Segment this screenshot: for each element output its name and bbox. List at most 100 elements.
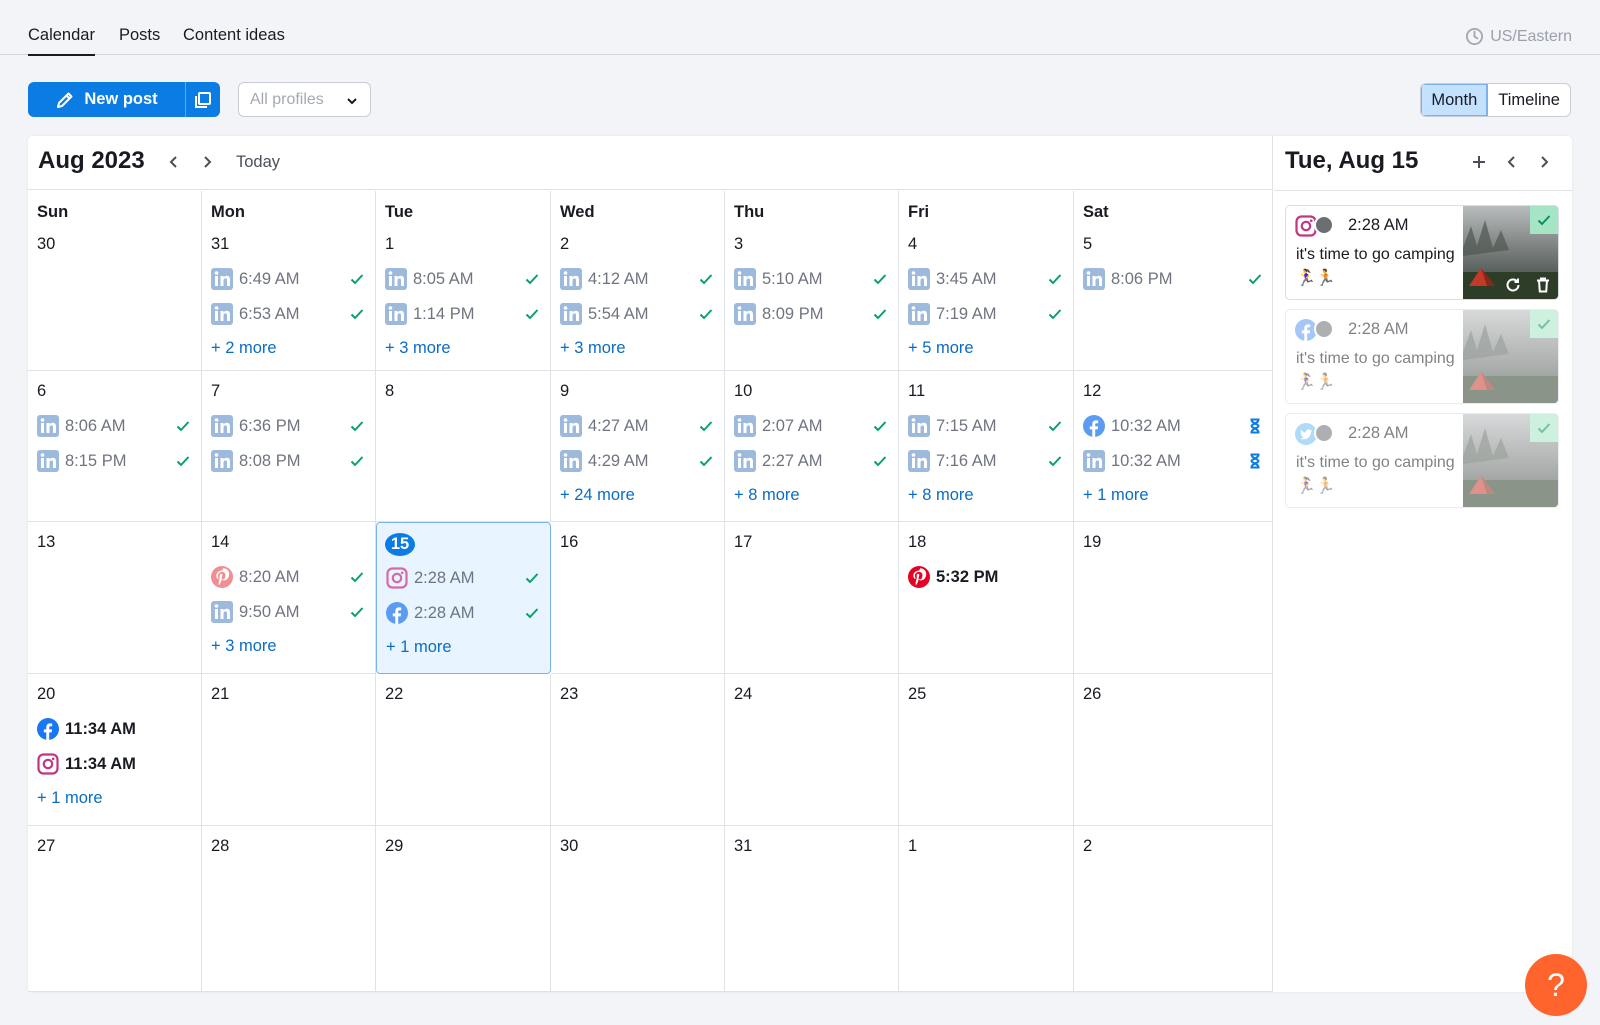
scheduled-post[interactable]: 8:15 PM	[37, 448, 191, 474]
published-check-icon	[1530, 206, 1558, 234]
calendar-day-cell[interactable]: 25	[899, 674, 1074, 826]
duplicate-post-button[interactable]	[185, 82, 220, 117]
scheduled-post[interactable]: 6:36 PM	[211, 413, 365, 439]
more-posts-link[interactable]: + 5 more	[908, 339, 974, 358]
scheduled-post[interactable]: 6:53 AM	[211, 301, 365, 327]
scheduled-post[interactable]: 8:06 PM	[1083, 266, 1263, 292]
calendar-day-cell[interactable]: 22	[376, 674, 551, 826]
calendar-day-cell[interactable]: 31	[725, 826, 899, 992]
scheduled-post[interactable]: 4:12 AM	[560, 266, 714, 292]
scheduled-post[interactable]: 8:05 AM	[385, 266, 540, 292]
calendar-day-cell[interactable]: 29	[376, 826, 551, 992]
scheduled-post[interactable]: 3:45 AM	[908, 266, 1063, 292]
scheduled-post[interactable]: 2:28 AM	[386, 565, 540, 591]
view-timeline-button[interactable]: Timeline	[1488, 84, 1570, 116]
calendar-day-cell[interactable]: Sun 30	[28, 191, 202, 371]
post-preview-card[interactable]: 2:28 AM it's time to go camping 🏃‍♀️🏃	[1285, 413, 1559, 508]
more-posts-link[interactable]: + 3 more	[385, 339, 451, 358]
calendar-day-cell[interactable]: 10 2:07 AM 2:27 AM + 8 more	[725, 371, 899, 522]
scheduled-post[interactable]: 6:49 AM	[211, 266, 365, 292]
view-month-button[interactable]: Month	[1421, 84, 1489, 116]
calendar-day-cell[interactable]: Fri 4 3:45 AM 7:19 AM + 5 more	[899, 191, 1074, 371]
more-posts-link[interactable]: + 1 more	[1083, 486, 1149, 505]
scheduled-post[interactable]: 10:32 AM	[1083, 413, 1263, 439]
profiles-dropdown[interactable]: All profiles	[238, 82, 371, 117]
scheduled-post[interactable]: 5:54 AM	[560, 301, 714, 327]
tab-calendar[interactable]: Calendar	[28, 26, 95, 56]
calendar-day-cell[interactable]: 12 10:32 AM 10:32 AM + 1 more	[1074, 371, 1273, 522]
scheduled-post[interactable]: 4:29 AM	[560, 448, 714, 474]
calendar-day-cell[interactable]: 16	[551, 522, 725, 674]
calendar-day-cell[interactable]: 21	[202, 674, 376, 826]
scheduled-post[interactable]: 5:32 PM	[908, 564, 1063, 590]
calendar-day-cell[interactable]: 1	[899, 826, 1074, 992]
scheduled-post[interactable]: 10:32 AM	[1083, 448, 1263, 474]
scheduled-post[interactable]: 8:20 AM	[211, 564, 365, 590]
more-posts-link[interactable]: + 8 more	[734, 486, 800, 505]
scheduled-post[interactable]: 5:10 AM	[734, 266, 888, 292]
calendar-day-cell[interactable]: 2	[1074, 826, 1273, 992]
calendar-day-cell[interactable]: 11 7:15 AM 7:16 AM + 8 more	[899, 371, 1074, 522]
help-button[interactable]: ?	[1525, 954, 1587, 1016]
scheduled-post[interactable]: 2:07 AM	[734, 413, 888, 439]
calendar-day-cell[interactable]: 9 4:27 AM 4:29 AM + 24 more	[551, 371, 725, 522]
published-check-icon	[350, 274, 364, 285]
calendar-day-cell[interactable]: Thu 3 5:10 AM 8:09 PM	[725, 191, 899, 371]
calendar-day-cell[interactable]: 23	[551, 674, 725, 826]
calendar-day-cell[interactable]: 14 8:20 AM 9:50 AM + 3 more	[202, 522, 376, 674]
post-preview-card[interactable]: 2:28 AM it's time to go camping 🏃‍♀️🏃	[1285, 309, 1559, 404]
calendar-day-cell[interactable]: 19	[1074, 522, 1273, 674]
calendar-day-cell[interactable]: 20 11:34 AM 11:34 AM + 1 more	[28, 674, 202, 826]
calendar-day-cell[interactable]: 24	[725, 674, 899, 826]
post-preview-card[interactable]: 2:28 AM it's time to go camping 🏃‍♀️🏃	[1285, 205, 1559, 300]
calendar-day-cell[interactable]: 18 5:32 PM	[899, 522, 1074, 674]
calendar-day-cell[interactable]: 15 2:28 AM 2:28 AM + 1 more	[376, 522, 551, 674]
scheduled-post[interactable]: 11:34 AM	[37, 751, 191, 777]
calendar-day-cell[interactable]: 27	[28, 826, 202, 992]
scheduled-post[interactable]: 1:14 PM	[385, 301, 540, 327]
calendar-day-cell[interactable]: 13	[28, 522, 202, 674]
scheduled-post[interactable]: 8:09 PM	[734, 301, 888, 327]
scheduled-post[interactable]: 7:15 AM	[908, 413, 1063, 439]
next-day-icon[interactable]	[1536, 154, 1552, 170]
plus-icon[interactable]	[1471, 154, 1487, 170]
timezone-selector[interactable]: US/Eastern	[1465, 27, 1572, 46]
calendar-day-cell[interactable]: 8	[376, 371, 551, 522]
next-month-icon[interactable]	[199, 154, 215, 170]
more-posts-link[interactable]: + 3 more	[560, 339, 626, 358]
refresh-icon[interactable]	[1504, 276, 1522, 294]
scheduled-post[interactable]: 7:19 AM	[908, 301, 1063, 327]
calendar-day-cell[interactable]: Mon 31 6:49 AM 6:53 AM + 2 more	[202, 191, 376, 371]
more-posts-link[interactable]: + 8 more	[908, 486, 974, 505]
calendar-day-cell[interactable]: Wed 2 4:12 AM 5:54 AM + 3 more	[551, 191, 725, 371]
new-post-button[interactable]: New post	[28, 82, 185, 117]
calendar-day-cell[interactable]: 7 6:36 PM 8:08 PM	[202, 371, 376, 522]
more-posts-link[interactable]: + 24 more	[560, 486, 635, 505]
more-posts-link[interactable]: + 3 more	[211, 637, 277, 656]
scheduled-post[interactable]: 4:27 AM	[560, 413, 714, 439]
more-posts-link[interactable]: + 1 more	[37, 789, 103, 808]
previous-day-icon[interactable]	[1504, 154, 1520, 170]
scheduled-post[interactable]: 7:16 AM	[908, 448, 1063, 474]
more-posts-link[interactable]: + 1 more	[386, 638, 452, 657]
tab-posts[interactable]: Posts	[119, 26, 160, 45]
calendar-day-cell[interactable]: 6 8:06 AM 8:15 PM	[28, 371, 202, 522]
scheduled-post[interactable]: 11:34 AM	[37, 716, 191, 742]
scheduled-post[interactable]: 8:06 AM	[37, 413, 191, 439]
avatar	[1314, 319, 1334, 339]
calendar-day-cell[interactable]: 26	[1074, 674, 1273, 826]
calendar-day-cell[interactable]: 17	[725, 522, 899, 674]
scheduled-post[interactable]: 8:08 PM	[211, 448, 365, 474]
calendar-day-cell[interactable]: Sat 5 8:06 PM	[1074, 191, 1273, 371]
scheduled-post[interactable]: 2:27 AM	[734, 448, 888, 474]
calendar-day-cell[interactable]: 28	[202, 826, 376, 992]
calendar-day-cell[interactable]: 30	[551, 826, 725, 992]
trash-icon[interactable]	[1534, 276, 1552, 294]
more-posts-link[interactable]: + 2 more	[211, 339, 277, 358]
tab-content-ideas[interactable]: Content ideas	[183, 26, 285, 45]
scheduled-post[interactable]: 9:50 AM	[211, 599, 365, 625]
calendar-day-cell[interactable]: Tue 1 8:05 AM 1:14 PM + 3 more	[376, 191, 551, 371]
today-button[interactable]: Today	[236, 153, 280, 172]
scheduled-post[interactable]: 2:28 AM	[386, 600, 540, 626]
previous-month-icon[interactable]	[166, 154, 182, 170]
